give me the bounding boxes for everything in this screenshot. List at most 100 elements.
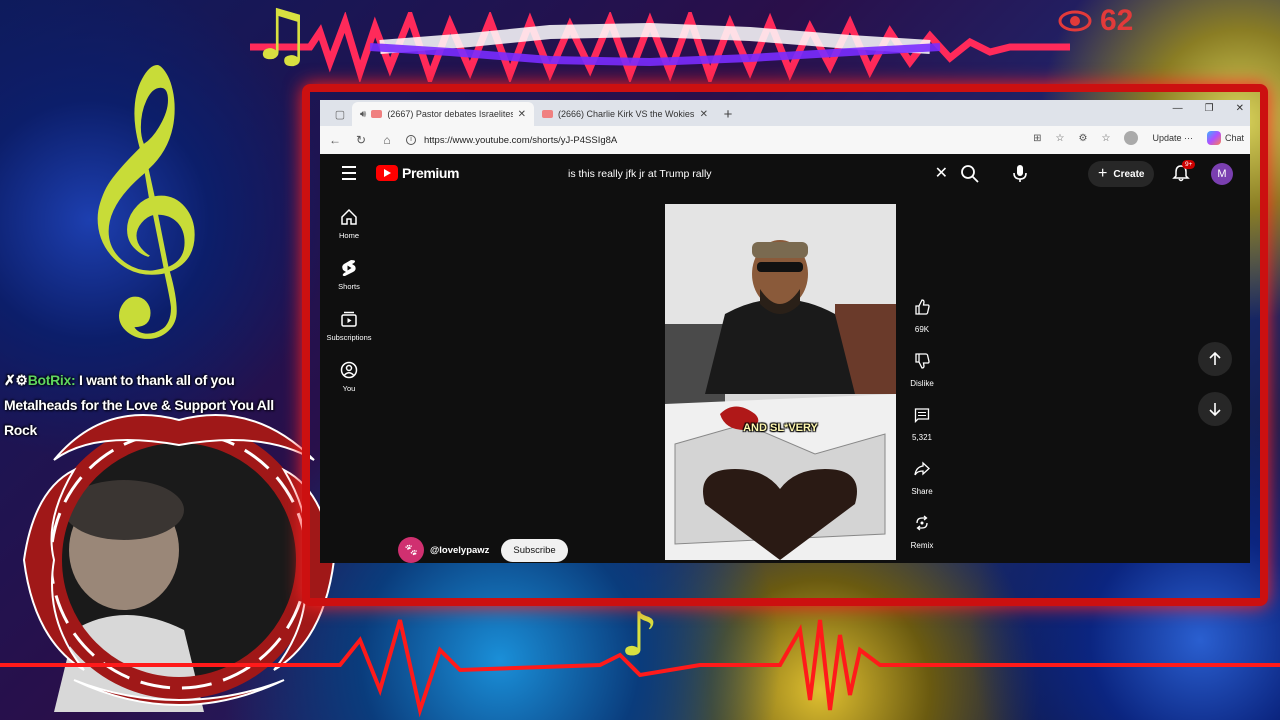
arrow-up-icon — [1209, 352, 1221, 365]
plus-icon: + — [1098, 165, 1108, 182]
comment-count: 5,321 — [911, 433, 933, 442]
copilot-chat-button[interactable]: Chat — [1206, 131, 1244, 145]
new-tab-button[interactable]: + — [716, 102, 740, 126]
arrow-down-icon — [1209, 403, 1221, 416]
tab-title: (2667) Pastor debates Israelites — [387, 109, 513, 119]
sidebar-item-label: You — [342, 384, 356, 393]
sidebar-item-shorts[interactable]: Shorts — [320, 253, 378, 304]
eye-icon — [1058, 10, 1092, 32]
share-icon — [914, 461, 930, 476]
stream-overlay: 62 𝄞 ♫ ♪ ✗⚙BotRix: I want to thank all o… — [0, 0, 1280, 720]
favorites-icon[interactable]: ☆ — [1101, 133, 1110, 144]
sidebar-item-label: Shorts — [338, 282, 360, 291]
comment-icon — [914, 408, 930, 423]
youtube-favicon-icon — [542, 110, 553, 118]
sidebar-item-you[interactable]: You — [320, 355, 378, 406]
youtube-page: Premium ✕ + Create — [320, 154, 1250, 563]
address-bar-actions: ⊞ ☆ ⚙ ☆ Update ··· Chat — [1033, 131, 1244, 145]
reader-mode-icon[interactable]: ⊞ — [1033, 133, 1041, 144]
like-count: 69K — [914, 325, 930, 334]
home-icon — [341, 208, 357, 225]
video-caption: AND SL*VERY — [743, 422, 818, 434]
restore-icon[interactable]: ❐ — [1205, 103, 1214, 114]
comments-button[interactable]: 5,321 — [905, 400, 939, 454]
channel-handle[interactable]: @lovelypawz — [430, 545, 489, 556]
like-button[interactable]: 69K — [905, 292, 939, 346]
dislike-icon — [915, 353, 930, 369]
microphone-icon[interactable] — [1010, 163, 1030, 183]
tab-bar: ▢ 🔊︎ (2667) Pastor debates Israelites ✕ … — [320, 100, 1250, 126]
speaker-icon[interactable]: 🔊︎ — [360, 109, 366, 120]
shorts-action-bar: 69K Dislike 5,321 Share Remix — [905, 292, 939, 562]
subscribe-button[interactable]: Subscribe — [501, 538, 568, 562]
youtube-brand: Premium — [402, 165, 460, 181]
shorts-video-player[interactable]: AND SL*VERY — [665, 204, 896, 560]
youtube-header: Premium ✕ + Create — [320, 154, 1250, 194]
audio-waveform-bottom — [0, 619, 1280, 718]
search-icon[interactable] — [960, 164, 980, 184]
channel-info: 🐾︎ @lovelypawz Subscribe — [398, 537, 568, 563]
next-short-button[interactable] — [1198, 392, 1232, 426]
notification-badge: 9+ — [1182, 160, 1196, 169]
bot-icon: ✗⚙ — [4, 372, 28, 388]
like-icon — [915, 299, 930, 315]
sidebar-item-subscriptions[interactable]: Subscriptions — [320, 304, 378, 355]
dislike-button[interactable]: Dislike — [905, 346, 939, 400]
side-navigation: Home Shorts Subscriptions You — [320, 202, 378, 406]
tab-title: (2666) Charlie Kirk VS the Wokies — [558, 109, 695, 119]
browser-window: ▢ 🔊︎ (2667) Pastor debates Israelites ✕ … — [320, 100, 1250, 563]
search-box[interactable]: ✕ — [558, 162, 948, 186]
menu-icon[interactable] — [342, 166, 356, 184]
remix-button[interactable]: Remix — [905, 508, 939, 562]
home-icon[interactable]: ⌂ — [380, 133, 394, 147]
audio-waveform-top — [250, 12, 1070, 82]
tab-close-icon[interactable]: ✕ — [700, 109, 708, 120]
minimize-icon[interactable]: — — [1173, 103, 1183, 114]
shorts-icon — [342, 260, 356, 276]
youtube-logo[interactable]: Premium — [376, 165, 460, 181]
refresh-icon[interactable]: ↻ — [354, 133, 368, 147]
address-bar: ← ↻ ⌂ i https://www.youtube.com/shorts/y… — [320, 126, 1250, 154]
copilot-icon — [1206, 131, 1221, 145]
tab-close-icon[interactable]: ✕ — [518, 109, 526, 120]
dislike-label: Dislike — [910, 379, 934, 388]
video-frame — [665, 204, 896, 560]
user-avatar[interactable]: M — [1211, 163, 1233, 185]
share-label: Share — [911, 487, 933, 496]
create-button[interactable]: + Create — [1088, 161, 1155, 187]
bot-name: BotRix: — [27, 372, 76, 388]
extensions-icon[interactable]: ⚙ — [1079, 133, 1088, 144]
sidebar-item-label: Home — [338, 231, 359, 240]
youtube-play-icon — [376, 165, 398, 181]
close-window-icon[interactable]: ✕ — [1236, 103, 1244, 114]
notifications-button[interactable]: 9+ — [1172, 160, 1196, 182]
tab-active[interactable]: 🔊︎ (2667) Pastor debates Israelites ✕ — [352, 102, 534, 126]
share-button[interactable]: Share — [905, 454, 939, 508]
youtube-favicon-icon — [371, 110, 383, 118]
sidebar-item-home[interactable]: Home — [320, 202, 378, 253]
window-controls: — ❐ ✕ — [1173, 103, 1244, 114]
sidebar-item-label: Subscriptions — [326, 333, 372, 342]
update-button[interactable]: Update ··· — [1152, 133, 1193, 143]
tab-inactive[interactable]: (2666) Charlie Kirk VS the Wokies ✕ — [534, 102, 716, 126]
remix-label: Remix — [910, 541, 934, 550]
shorts-navigation — [1198, 342, 1232, 442]
music-note-icon: ♫ — [250, 0, 313, 76]
site-info-icon[interactable]: i — [406, 135, 416, 145]
clear-search-icon[interactable]: ✕ — [935, 163, 948, 183]
remix-icon — [916, 515, 928, 531]
search-input[interactable] — [568, 168, 918, 180]
viewer-count: 62 — [1058, 4, 1133, 38]
workspaces-icon[interactable]: ▢ — [328, 102, 352, 126]
treble-clef-icon: 𝄞 — [70, 60, 206, 327]
profile-avatar[interactable] — [1124, 131, 1139, 145]
back-icon[interactable]: ← — [328, 133, 342, 147]
url-text: https://www.youtube.com/shorts/yJ-P4SSIg… — [424, 134, 618, 146]
url-field[interactable]: i https://www.youtube.com/shorts/yJ-P4SS… — [406, 129, 1006, 151]
favorite-star-icon[interactable]: ☆ — [1056, 133, 1065, 144]
channel-avatar[interactable]: 🐾︎ — [398, 537, 424, 563]
subscriptions-icon — [341, 311, 357, 327]
previous-short-button[interactable] — [1198, 342, 1232, 376]
create-label: Create — [1113, 168, 1145, 180]
viewer-count-value: 62 — [1100, 4, 1134, 37]
